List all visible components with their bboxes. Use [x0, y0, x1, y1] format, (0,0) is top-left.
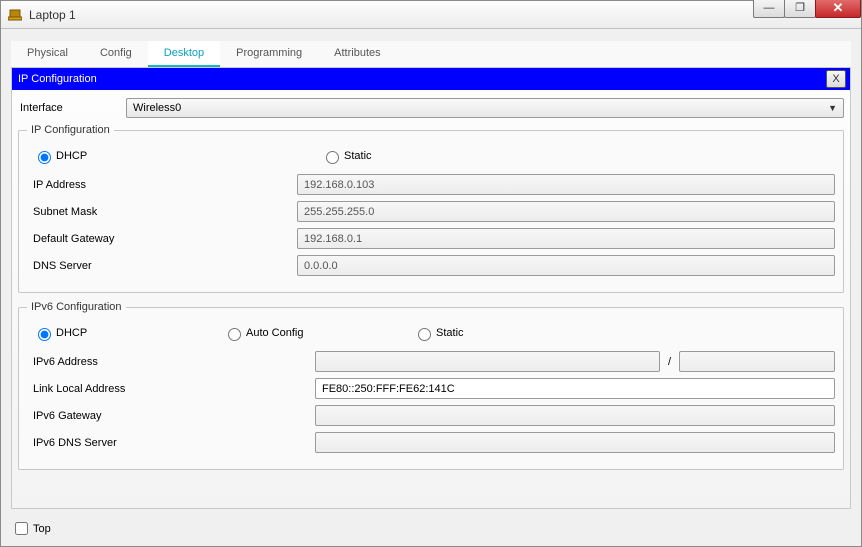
ipv4-fieldset: IP Configuration DHCP Static IP Address: [18, 124, 844, 293]
minimize-button[interactable]: —: [753, 0, 785, 18]
ipv6-static-input[interactable]: [418, 328, 431, 341]
tab-attributes[interactable]: Attributes: [318, 41, 396, 67]
default-gateway-label: Default Gateway: [27, 233, 297, 245]
ipv6-auto-input[interactable]: [228, 328, 241, 341]
ipv6-dns-input: [315, 432, 835, 453]
ipv6-auto-label: Auto Config: [246, 327, 303, 339]
tab-physical[interactable]: Physical: [11, 41, 84, 67]
ip-address-label: IP Address: [27, 179, 297, 191]
ipv6-gateway-input: [315, 405, 835, 426]
tab-config[interactable]: Config: [84, 41, 148, 67]
ipv4-static-radio[interactable]: Static: [321, 148, 372, 164]
ipv6-gateway-label: IPv6 Gateway: [27, 410, 315, 422]
ipv6-gateway-row: IPv6 Gateway: [27, 405, 835, 426]
ipv6-static-label: Static: [436, 327, 464, 339]
maximize-button[interactable]: ❐: [784, 0, 816, 18]
tabs: Physical Config Desktop Programming Attr…: [11, 41, 851, 68]
ipv4-dhcp-input[interactable]: [38, 151, 51, 164]
default-gateway-row: Default Gateway: [27, 228, 835, 249]
tab-programming[interactable]: Programming: [220, 41, 318, 67]
ipv6-address-input: [315, 351, 660, 372]
close-button[interactable]: ✕: [815, 0, 861, 18]
ipv6-address-row: IPv6 Address /: [27, 351, 835, 372]
dns-server-input: [297, 255, 835, 276]
ipv6-static-radio[interactable]: Static: [413, 325, 603, 341]
link-local-label: Link Local Address: [27, 383, 315, 395]
link-local-input[interactable]: [315, 378, 835, 399]
ipv6-fieldset: IPv6 Configuration DHCP Auto Config: [18, 301, 844, 470]
tab-desktop[interactable]: Desktop: [148, 41, 220, 67]
ipv6-dns-row: IPv6 DNS Server: [27, 432, 835, 453]
ipv6-address-label: IPv6 Address: [27, 356, 315, 368]
ipv6-dhcp-label: DHCP: [56, 327, 87, 339]
subnet-mask-input: [297, 201, 835, 222]
subnet-mask-label: Subnet Mask: [27, 206, 297, 218]
ipv6-prefix-input: [679, 351, 835, 372]
ipv6-auto-radio[interactable]: Auto Config: [223, 325, 413, 341]
window-title: Laptop 1: [29, 8, 76, 22]
ipv4-legend: IP Configuration: [27, 124, 114, 136]
app-window: Laptop 1 — ❐ ✕ Physical Config Desktop P…: [0, 0, 862, 547]
ipv4-static-input[interactable]: [326, 151, 339, 164]
ipv4-dhcp-label: DHCP: [56, 150, 87, 162]
ipv6-radio-row: DHCP Auto Config Static: [27, 325, 835, 341]
ipv6-prefix-sep: /: [660, 356, 679, 368]
link-local-row: Link Local Address: [27, 378, 835, 399]
ip-address-input: [297, 174, 835, 195]
laptop-icon: [7, 7, 23, 23]
ipv4-radio-row: DHCP Static: [27, 148, 835, 164]
ipv6-dns-label: IPv6 DNS Server: [27, 437, 315, 449]
panel: IP Configuration X Interface Wireless0 I…: [11, 68, 851, 509]
ipv6-dhcp-radio[interactable]: DHCP: [33, 325, 223, 341]
panel-body: Interface Wireless0 IP Configuration DHC…: [12, 90, 850, 508]
titlebar[interactable]: Laptop 1 — ❐ ✕: [1, 1, 861, 29]
ipv6-legend: IPv6 Configuration: [27, 301, 126, 313]
interface-dropdown[interactable]: Wireless0: [126, 98, 844, 118]
default-gateway-input: [297, 228, 835, 249]
dns-server-row: DNS Server: [27, 255, 835, 276]
panel-close-button[interactable]: X: [826, 70, 846, 88]
footer: Top: [11, 519, 51, 538]
subnet-mask-row: Subnet Mask: [27, 201, 835, 222]
top-checkbox[interactable]: [15, 522, 28, 535]
panel-titlebar: IP Configuration X: [12, 68, 850, 90]
content-area: Physical Config Desktop Programming Attr…: [1, 29, 861, 519]
ipv6-dhcp-input[interactable]: [38, 328, 51, 341]
ipv4-dhcp-radio[interactable]: DHCP: [33, 148, 297, 164]
top-label: Top: [33, 523, 51, 535]
window-controls: — ❐ ✕: [754, 0, 861, 18]
dns-server-label: DNS Server: [27, 260, 297, 272]
panel-title: IP Configuration: [18, 73, 826, 85]
interface-row: Interface Wireless0: [18, 98, 844, 118]
ip-address-row: IP Address: [27, 174, 835, 195]
ipv4-static-label: Static: [344, 150, 372, 162]
interface-label: Interface: [18, 102, 126, 114]
